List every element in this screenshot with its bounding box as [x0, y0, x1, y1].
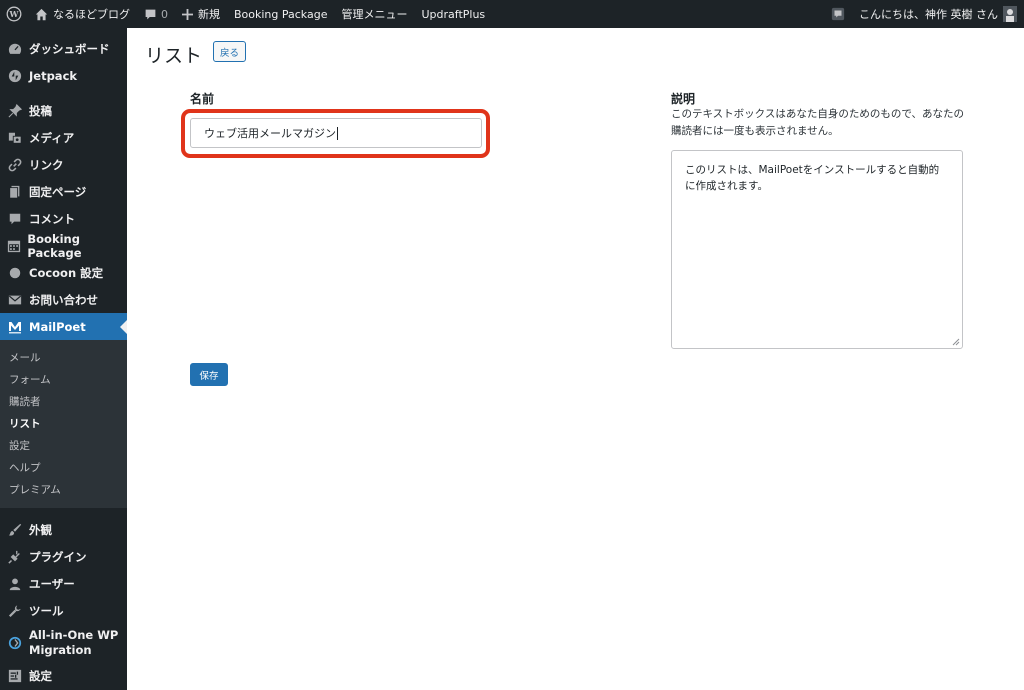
- sidebar-item-label: 固定ページ: [29, 184, 87, 199]
- submenu-item[interactable]: リスト: [0, 412, 127, 434]
- sidebar-item-dashboard[interactable]: ダッシュボード: [0, 35, 127, 62]
- settings-icon: [7, 668, 23, 684]
- booking-package-link[interactable]: Booking Package: [227, 0, 334, 28]
- sidebar-item-label: お問い合わせ: [29, 292, 98, 307]
- back-button[interactable]: 戻る: [213, 41, 247, 62]
- name-input[interactable]: ウェブ活用メールマガジン: [190, 118, 482, 148]
- link-icon: [7, 157, 23, 173]
- submenu-item[interactable]: ヘルプ: [0, 456, 127, 478]
- sidebar-item-mailpoet[interactable]: MailPoet: [0, 313, 127, 340]
- submenu-item[interactable]: 購読者: [0, 390, 127, 412]
- sidebar-item-comment[interactable]: コメント: [0, 205, 127, 232]
- updraftplus-link[interactable]: UpdraftPlus: [414, 0, 492, 28]
- sidebar-item-brush[interactable]: 外観: [0, 516, 127, 543]
- page-icon: [7, 184, 23, 200]
- main-content: リスト 戻る 名前 ウェブ活用メールマガジン 説明 このテキストボックスはあなた…: [127, 28, 1024, 690]
- sidebar-item-mail[interactable]: お問い合わせ: [0, 286, 127, 313]
- media-icon: [7, 130, 23, 146]
- sidebar-item-label: All-in-One WP Migration: [29, 628, 119, 657]
- comment-icon: [144, 7, 157, 21]
- description-help-text: このテキストボックスはあなた自身のためのもので、あなたの購読者には一度も表示され…: [671, 108, 964, 137]
- mail-icon: [7, 292, 23, 308]
- sidebar-item-label: ユーザー: [29, 576, 75, 591]
- sidebar-item-settings[interactable]: 設定: [0, 662, 127, 689]
- sidebar-item-user[interactable]: ユーザー: [0, 570, 127, 597]
- submenu-item[interactable]: フォーム: [0, 368, 127, 390]
- mailpoet-submenu: メール フォーム 購読者 リスト 設定 ヘルプ プレミアム: [0, 340, 127, 508]
- sidebar-item-circle[interactable]: Cocoon 設定: [0, 259, 127, 286]
- comments-count: 0: [161, 7, 168, 21]
- plugin-icon: [7, 549, 23, 565]
- notification-icon[interactable]: [824, 0, 852, 28]
- page-title: リスト: [145, 45, 203, 67]
- sidebar-item-label: Booking Package: [27, 231, 82, 260]
- sidebar-item-migration[interactable]: All-in-One WP Migration: [0, 624, 127, 662]
- circle-icon: [7, 265, 23, 281]
- sidebar-item-calendar[interactable]: Booking Package: [0, 231, 127, 260]
- sidebar-item-label: 投稿: [29, 103, 52, 118]
- site-name-link[interactable]: なるほどブログ: [28, 0, 137, 28]
- sidebar-item-jetpack[interactable]: Jetpack: [0, 62, 127, 89]
- new-label: 新規: [198, 8, 220, 21]
- user-greeting[interactable]: こんにちは、神作 英樹 さん: [852, 0, 1024, 28]
- name-label: 名前: [190, 92, 215, 106]
- resize-grip-icon[interactable]: [952, 338, 960, 346]
- sidebar-item-media[interactable]: メディア: [0, 124, 127, 151]
- sidebar-item-label: MailPoet: [29, 319, 86, 334]
- greeting-text: こんにちは、神作 英樹 さん: [859, 8, 998, 21]
- sidebar-item-label: ツール: [29, 603, 64, 618]
- sidebar-item-label: ダッシュボード: [29, 41, 110, 56]
- sidebar-item-label: コメント: [29, 211, 75, 226]
- jetpack-icon: [7, 68, 23, 84]
- sidebar-item-wrench[interactable]: ツール: [0, 597, 127, 624]
- sidebar-item-label: 外観: [29, 522, 52, 537]
- wordpress-logo-icon[interactable]: W: [0, 0, 28, 28]
- comments-link[interactable]: 0: [137, 0, 175, 28]
- wrench-icon: [7, 603, 23, 619]
- admin-bar: W なるほどブログ 0 新規 Booking Package 管理メニュー Up…: [0, 0, 1024, 28]
- sidebar-item-label: Jetpack: [29, 68, 78, 83]
- admin-menu-link[interactable]: 管理メニュー: [334, 0, 414, 28]
- user-icon: [7, 576, 23, 592]
- dashboard-icon: [7, 41, 23, 57]
- text-caret: [337, 126, 338, 140]
- sidebar-item-label: メディア: [29, 130, 75, 145]
- pin-icon: [7, 103, 23, 119]
- sidebar-item-label: Cocoon 設定: [29, 265, 104, 280]
- sidebar-item-plugin[interactable]: プラグイン: [0, 543, 127, 570]
- brush-icon: [7, 522, 23, 538]
- migration-icon: [7, 635, 23, 651]
- sidebar-item-label: リンク: [29, 157, 64, 172]
- plus-icon: [182, 8, 193, 21]
- sidebar-item-label: 設定: [29, 668, 52, 683]
- description-value: このリストは、MailPoetをインストールすると自動的に作成されます。: [685, 164, 940, 192]
- name-input-value: ウェブ活用メールマガジン: [204, 127, 336, 140]
- sidebar-item-link[interactable]: リンク: [0, 151, 127, 178]
- submenu-item[interactable]: 設定: [0, 434, 127, 456]
- new-content-link[interactable]: 新規: [175, 0, 227, 28]
- mailpoet-icon: [7, 319, 23, 335]
- save-button[interactable]: 保存: [190, 363, 228, 386]
- comment-icon: [7, 211, 23, 227]
- sidebar-item-page[interactable]: 固定ページ: [0, 178, 127, 205]
- description-textarea[interactable]: このリストは、MailPoetをインストールすると自動的に作成されます。: [671, 150, 963, 349]
- sidebar-item-pin[interactable]: 投稿: [0, 97, 127, 124]
- svg-text:W: W: [9, 9, 20, 19]
- submenu-item[interactable]: プレミアム: [0, 478, 127, 500]
- site-name: なるほどブログ: [53, 8, 130, 21]
- calendar-icon: [7, 238, 21, 254]
- home-icon: [35, 7, 48, 21]
- sidebar-item-label: プラグイン: [29, 549, 87, 564]
- submenu-item[interactable]: メール: [0, 346, 127, 368]
- description-label: 説明: [671, 92, 696, 106]
- avatar: [1003, 6, 1017, 22]
- admin-sidebar: ダッシュボード Jetpack 投稿メディアリンク固定ページコメント Booking…: [0, 28, 127, 690]
